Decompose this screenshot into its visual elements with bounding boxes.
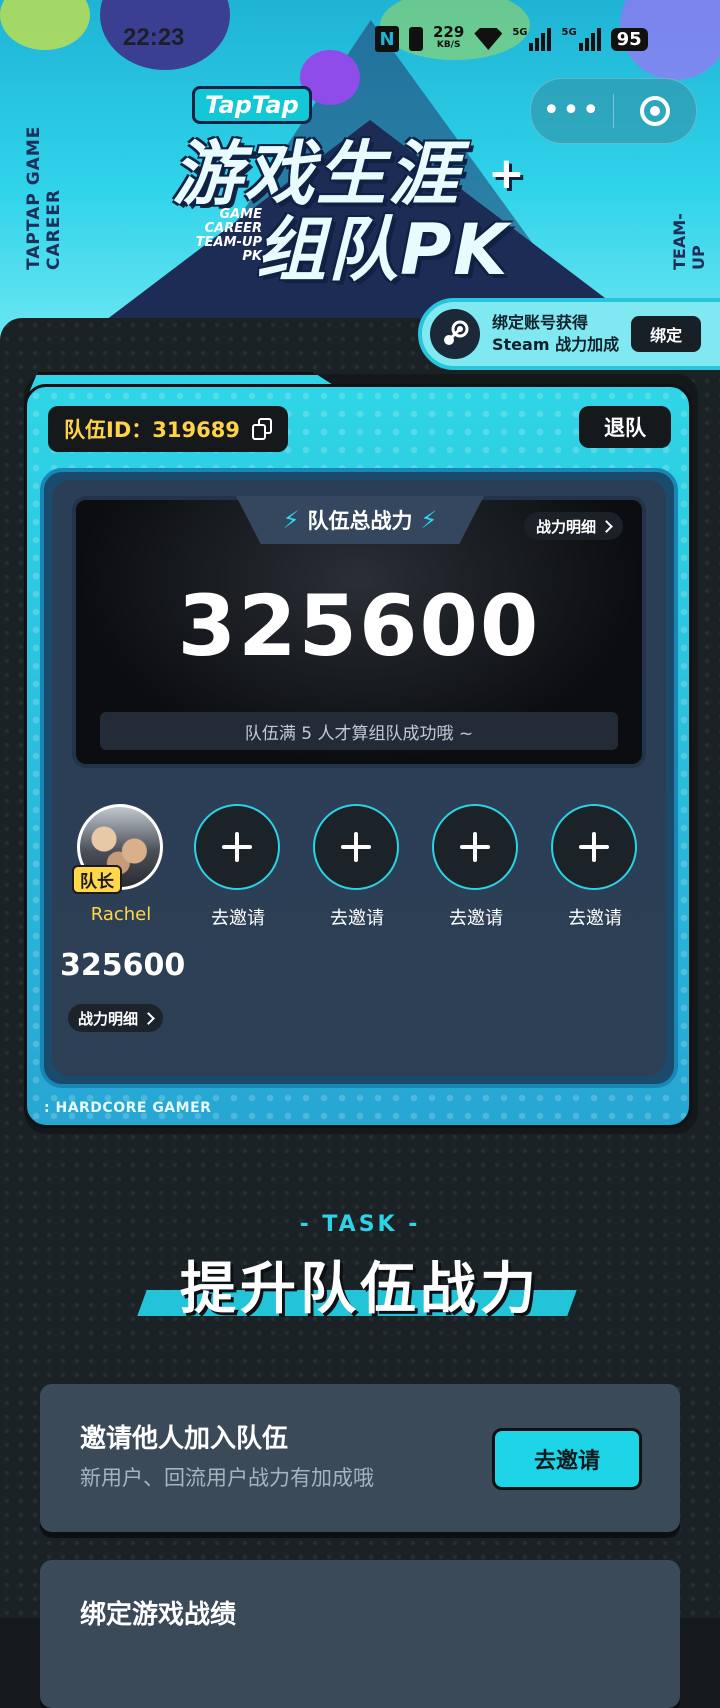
- member-power-detail-label: 战力明细: [78, 1009, 139, 1028]
- task-card-invite: 邀请他人加入队伍 新用户、回流用户战力有加成哦 去邀请: [40, 1384, 680, 1532]
- invite-slot[interactable]: 去邀请: [551, 804, 639, 930]
- task-card-desc: 新用户、回流用户战力有加成哦: [80, 1466, 374, 1490]
- power-detail-label: 战力明细: [536, 517, 597, 536]
- lightning-icon: ⚡: [420, 506, 438, 534]
- hero-title-english: GAME CAREER TEAM-UP PK: [195, 207, 262, 264]
- signal-label: 5G: [561, 27, 577, 38]
- total-power-header: ⚡ 队伍总战力 ⚡: [236, 496, 484, 544]
- power-detail-button[interactable]: 战力明细: [524, 512, 624, 540]
- signal-icon: 5G: [561, 27, 601, 51]
- add-member-button[interactable]: [551, 804, 637, 890]
- invite-label: 去邀请: [449, 908, 503, 929]
- total-power-value: 325600: [177, 577, 541, 675]
- miniprogram-capsule: •••: [530, 78, 697, 144]
- add-member-button[interactable]: [194, 804, 280, 890]
- lightning-icon: ⚡: [282, 506, 300, 534]
- copy-icon[interactable]: [251, 418, 274, 440]
- network-speed: 229 KB/S: [433, 25, 464, 52]
- invite-slot[interactable]: 去邀请: [194, 804, 282, 930]
- task-card-title: 邀请他人加入队伍: [80, 1424, 289, 1454]
- team-id-text: 队伍ID：319689: [64, 418, 240, 442]
- avatar: 队长: [72, 804, 163, 894]
- task-card-bind-record: 绑定游戏战绩: [40, 1560, 680, 1708]
- status-bar: 22:23 N 229 KB/S 5G 5G 95: [0, 0, 720, 80]
- team-hint: 队伍满 5 人才算组队成功哦 ~: [100, 712, 618, 750]
- close-miniprogram-button[interactable]: [614, 96, 696, 126]
- member-power-value: 325600: [60, 948, 186, 983]
- captain-badge: 队长: [72, 865, 122, 894]
- signal-label: 5G: [512, 27, 528, 38]
- side-label-left: TAPTAP GAME CAREER: [24, 125, 64, 270]
- steam-icon: [430, 309, 480, 359]
- member-slot-captain[interactable]: 队长 Rachel: [72, 804, 165, 925]
- steam-bind-text: 绑定账号获得 Steam 战力加成: [492, 312, 619, 356]
- plus-icon: +: [488, 148, 525, 199]
- side-label-right: TEAM-UP: [670, 213, 708, 270]
- total-power-label: 队伍总战力: [307, 509, 413, 533]
- task-title: 提升队伍战力: [180, 1257, 540, 1322]
- task-subtitle: - TASK -: [299, 1212, 421, 1237]
- nfc-icon: N: [375, 26, 399, 52]
- invite-label: 去邀请: [211, 908, 265, 929]
- team-id-badge[interactable]: 队伍ID：319689: [48, 406, 288, 452]
- task-card-title: 绑定游戏战绩: [80, 1600, 237, 1630]
- status-time: 22:23: [123, 24, 185, 51]
- bind-button[interactable]: 绑定: [631, 316, 702, 352]
- wifi-icon: [474, 28, 503, 50]
- status-icons: N 229 KB/S 5G 5G 95: [375, 25, 648, 52]
- network-speed-unit: KB/S: [436, 40, 461, 50]
- invite-slot[interactable]: 去邀请: [313, 804, 401, 930]
- more-icon[interactable]: •••: [531, 96, 613, 126]
- signal-icon: 5G: [512, 27, 552, 51]
- target-icon: [640, 96, 670, 126]
- member-name: Rachel: [90, 904, 152, 925]
- hardcore-gamer-tag: : HARDCORE GAMER: [44, 1100, 212, 1116]
- add-member-button[interactable]: [432, 804, 518, 890]
- invite-label: 去邀请: [568, 908, 622, 929]
- quit-team-button[interactable]: 退队: [579, 406, 671, 448]
- chevron-right-icon: [600, 519, 613, 533]
- steam-bind-line2: Steam 战力加成: [492, 335, 620, 354]
- chevron-right-icon: [142, 1011, 155, 1025]
- battery-indicator: 95: [610, 27, 648, 51]
- member-power-detail-button[interactable]: 战力明细: [68, 1004, 164, 1032]
- hero-title-line2: 组队PK: [256, 209, 510, 291]
- steam-bind-line1: 绑定账号获得: [492, 313, 589, 332]
- invite-slot[interactable]: 去邀请: [432, 804, 520, 930]
- task-invite-button[interactable]: 去邀请: [492, 1428, 642, 1490]
- steam-bind-banner[interactable]: 绑定账号获得 Steam 战力加成 绑定: [418, 298, 720, 370]
- vibrate-icon: [409, 27, 423, 51]
- add-member-button[interactable]: [313, 804, 399, 890]
- invite-label: 去邀请: [330, 908, 384, 929]
